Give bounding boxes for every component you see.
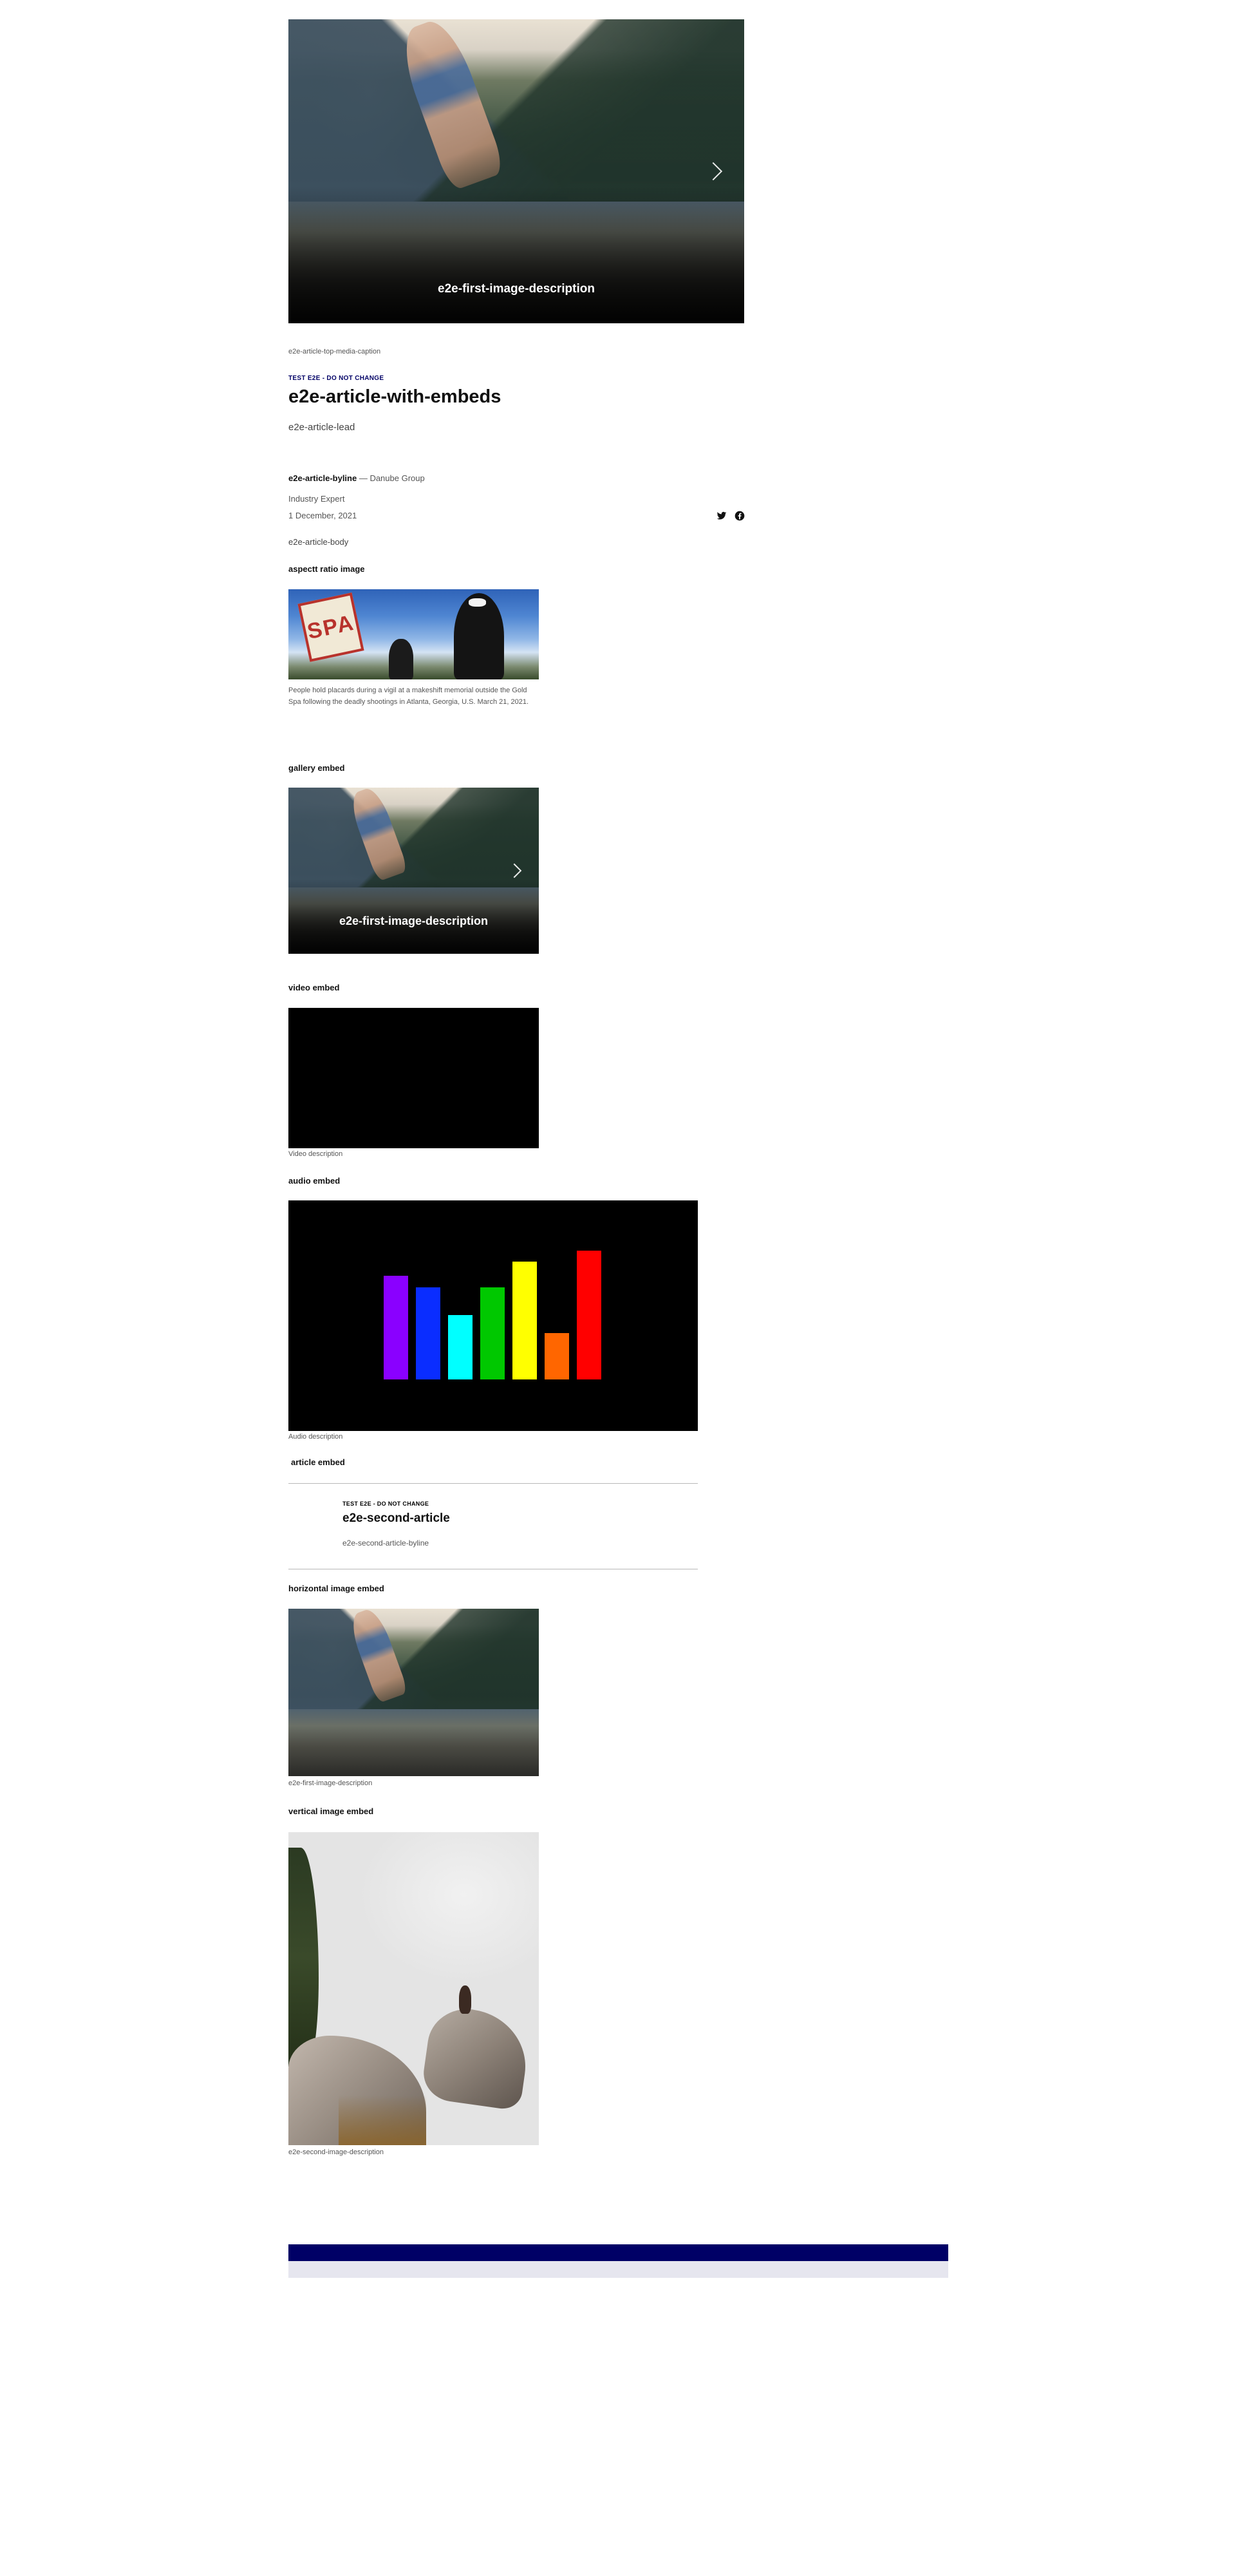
article-lead: e2e-article-lead [288, 422, 355, 433]
aspect-ratio-image: SPA [288, 589, 539, 679]
article-kicker: TEST E2E - DO NOT CHANGE [288, 375, 384, 382]
spa-sign: SPA [297, 592, 364, 662]
vertical-image-ferns [338, 2095, 426, 2145]
hero-gallery[interactable]: e2e-first-image-description [288, 19, 744, 323]
vertical-heading: vertical image embed [288, 1806, 374, 1816]
vertical-image-person [458, 1985, 471, 2014]
hero-image-shade [288, 186, 744, 323]
hero-caption: e2e-first-image-description [438, 282, 595, 296]
aspect-ratio-caption: People hold placards during a vigil at a… [288, 687, 529, 706]
horizontal-heading: horizontal image embed [288, 1584, 384, 1593]
video-description: Video description [288, 1150, 343, 1158]
horizontal-caption: e2e-first-image-description [288, 1779, 373, 1787]
spa-sign-text: SPA [305, 609, 357, 644]
gallery-embed[interactable]: e2e-first-image-description [288, 788, 539, 954]
article-title: e2e-article-with-embeds [288, 386, 501, 407]
person-left [388, 639, 414, 679]
audio-bar [512, 1262, 537, 1379]
byline-row: e2e-article-byline — Danube Group [288, 473, 425, 483]
vertical-image-tree [288, 1848, 319, 2067]
facebook-icon[interactable] [735, 511, 745, 521]
vertical-image [288, 1832, 539, 2145]
horizontal-image-mountains [288, 1609, 539, 1709]
audio-bar [416, 1287, 440, 1379]
byline-name[interactable]: e2e-article-byline [288, 473, 357, 483]
article-body: e2e-article-body [288, 537, 349, 547]
audio-bar [448, 1315, 473, 1379]
gallery-caption: e2e-first-image-description [339, 914, 489, 927]
audio-bar [577, 1251, 601, 1379]
top-media-caption: e2e-article-top-media-caption [288, 348, 381, 355]
audio-bar [480, 1287, 505, 1379]
audio-heading: audio embed [288, 1176, 341, 1186]
embed-kicker: TEST E2E - DO NOT CHANGE [342, 1501, 429, 1507]
article-date: 1 December, 2021 [288, 511, 357, 520]
audio-player[interactable] [288, 1200, 698, 1431]
horizontal-image [288, 1609, 539, 1776]
article-embed-heading: article embed [291, 1457, 345, 1467]
video-player[interactable] [288, 1008, 539, 1148]
footer-subbar [288, 2261, 948, 2278]
gallery-image-mountains [288, 788, 539, 887]
audio-visualizer [384, 1251, 603, 1379]
article-embed-card[interactable]: TEST E2E - DO NOT CHANGE e2e-second-arti… [342, 1497, 664, 1555]
twitter-icon[interactable] [716, 511, 727, 521]
hero-image-mountains [288, 19, 744, 202]
vertical-image-rock [420, 2003, 532, 2111]
byline-org: — Danube Group [357, 473, 425, 483]
gallery-heading: gallery embed [288, 763, 345, 773]
aspect-ratio-heading: aspectt ratio image [288, 564, 365, 574]
byline-role: Industry Expert [288, 494, 345, 504]
audio-bar [545, 1333, 569, 1379]
article-embed-divider-top [288, 1483, 698, 1484]
embed-byline: e2e-second-article-byline [342, 1539, 429, 1548]
video-heading: video embed [288, 983, 340, 992]
vertical-caption: e2e-second-image-description [288, 2148, 384, 2156]
audio-bar [384, 1276, 408, 1379]
footer-bar [288, 2244, 948, 2261]
face-mask [469, 598, 487, 607]
audio-description: Audio description [288, 1433, 343, 1441]
embed-title[interactable]: e2e-second-article [342, 1511, 450, 1526]
